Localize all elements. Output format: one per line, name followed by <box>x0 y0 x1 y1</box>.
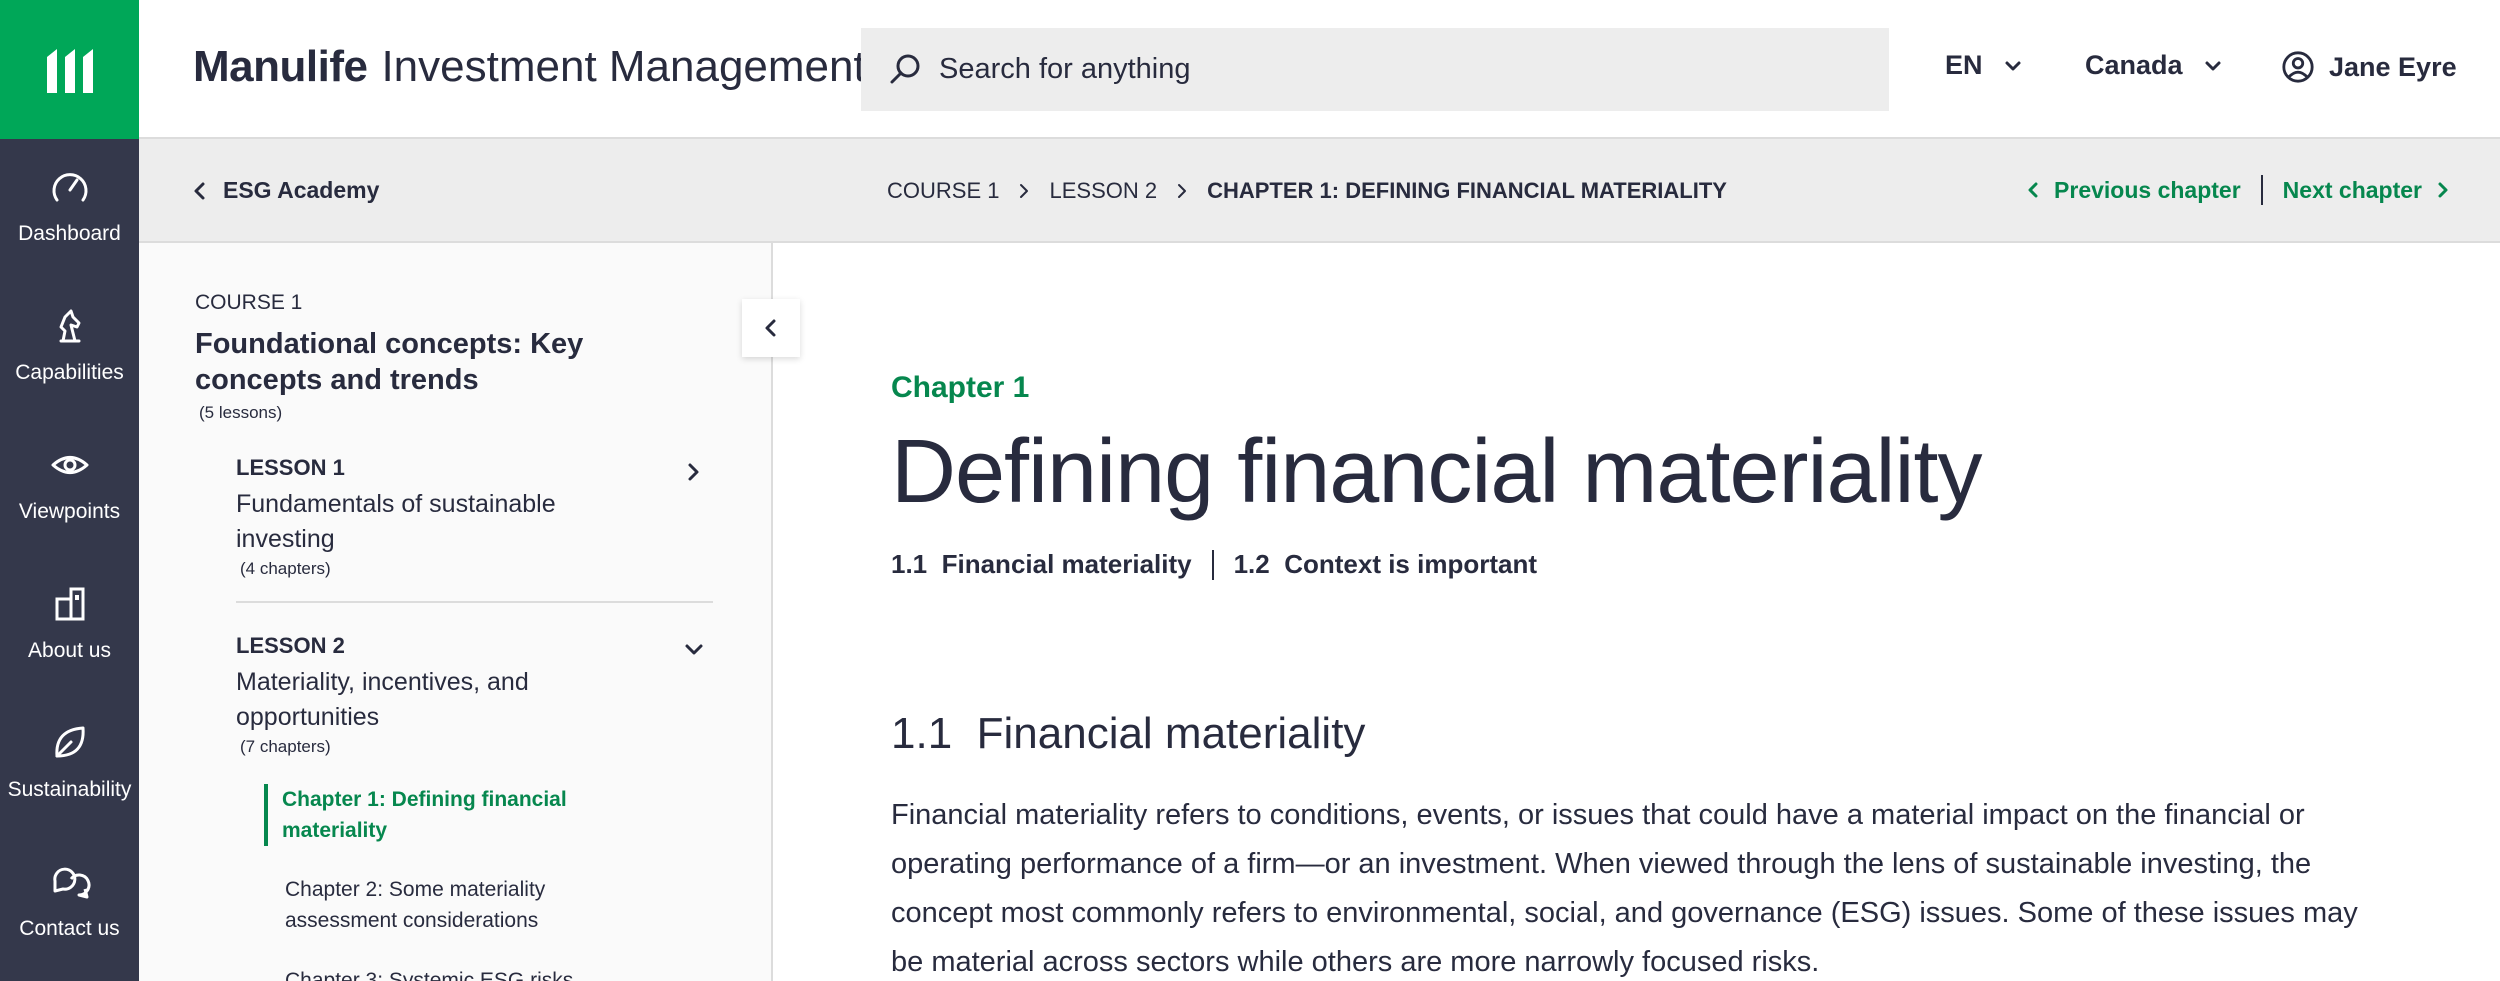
leaf-icon <box>54 726 85 758</box>
lesson-1-count: (4 chapters) <box>240 559 331 578</box>
anchor-1-1[interactable]: 1.1 Financial materiality <box>891 549 1192 580</box>
lesson-1-title: Fundamentals of sustainable investing <box>236 490 556 553</box>
manulife-logo[interactable] <box>0 0 139 139</box>
lesson-2-title: Materiality, incentives, and opportuniti… <box>236 668 529 731</box>
collapse-sidebar-button[interactable] <box>742 299 800 357</box>
chevron-right-icon <box>1178 184 1187 198</box>
lesson-1-item[interactable]: LESSON 1 Fundamentals of sustainable inv… <box>236 455 713 579</box>
user-name: Jane Eyre <box>2329 51 2457 82</box>
nav-capabilities[interactable]: Capabilities <box>0 305 139 385</box>
manulife-logo-icon <box>46 48 93 93</box>
search-bar[interactable] <box>861 28 1889 111</box>
chapter-navigation-bar: ESG Academy COURSE 1 LESSON 2 CHAPTER 1:… <box>139 139 2500 243</box>
chapter-content: Chapter 1 Defining financial materiality… <box>891 243 2451 981</box>
brand-light: Investment Management <box>381 42 866 91</box>
course-title: Foundational concepts: Key concepts and … <box>195 328 584 396</box>
building-icon <box>55 587 84 621</box>
chevron-right-icon <box>1020 184 1029 198</box>
chevron-down-icon <box>2205 61 2221 70</box>
eye-icon <box>51 456 88 474</box>
nav-dashboard[interactable]: Dashboard <box>0 166 139 246</box>
chevron-down-icon <box>2005 61 2021 70</box>
anchor-1-2-num: 1.2 <box>1233 549 1270 579</box>
nav-contact-us[interactable]: Contact us <box>0 861 139 941</box>
anchor-1-2-label: Context is important <box>1284 549 1537 579</box>
search-icon <box>890 54 920 83</box>
section-heading: 1.1 Financial materiality <box>891 709 1365 759</box>
chevron-down-icon <box>685 644 703 655</box>
nav-viewpoints[interactable]: Viewpoints <box>0 444 139 524</box>
section-anchors: 1.1 Financial materiality 1.2 Context is… <box>891 549 1537 580</box>
nav-contact-us-label: Contact us <box>19 917 120 940</box>
lesson-divider <box>236 601 713 603</box>
nav-capabilities-label: Capabilities <box>15 361 124 384</box>
anchor-1-2[interactable]: 1.2 Context is important <box>1234 549 1537 580</box>
section-paragraph: Financial materiality refers to conditio… <box>891 799 2358 978</box>
chevron-left-icon <box>765 319 776 337</box>
gauge-icon <box>52 173 87 202</box>
nav-sustainability-label: Sustainability <box>7 778 132 801</box>
section-number: 1.1 <box>891 709 953 758</box>
nav-viewpoints-label: Viewpoints <box>18 500 121 523</box>
pager-divider <box>2260 175 2263 205</box>
breadcrumb-lesson[interactable]: LESSON 2 <box>1049 178 1157 204</box>
nav-dashboard-label: Dashboard <box>18 222 121 245</box>
course-kicker: COURSE 1 <box>195 291 303 314</box>
chat-bubbles-icon <box>52 867 90 899</box>
lesson-2-count: (7 chapters) <box>240 737 331 756</box>
chapter-2-link[interactable]: Chapter 2: Some materiality assessment c… <box>267 874 647 936</box>
back-label: ESG Academy <box>223 177 380 203</box>
anchor-1-1-label: Financial materiality <box>941 549 1192 579</box>
region-selector[interactable]: Canada <box>2085 50 2223 81</box>
lesson-2-kicker: LESSON 2 <box>236 633 345 658</box>
nav-about-us[interactable]: About us <box>0 583 139 663</box>
brand-bold: Manulife <box>193 42 368 91</box>
language-selector[interactable]: EN <box>1945 50 2023 81</box>
anchor-divider <box>1211 549 1214 580</box>
nav-rail: Dashboard Capabilities Viewpoints About … <box>0 0 139 981</box>
nav-sustainability[interactable]: Sustainability <box>0 722 139 802</box>
lesson-1-kicker: LESSON 1 <box>236 455 345 480</box>
search-input[interactable] <box>939 53 1839 86</box>
course-outline-panel: COURSE 1 Foundational concepts: Key conc… <box>139 243 773 981</box>
next-chapter-link[interactable]: Next chapter <box>2283 177 2450 204</box>
chapter-title: Defining financial materiality <box>891 422 1983 522</box>
chevron-left-icon <box>2028 182 2038 198</box>
breadcrumb-current-chapter: CHAPTER 1: DEFINING FINANCIAL MATERIALIT… <box>1207 178 1727 203</box>
region-label: Canada <box>2085 50 2183 80</box>
chevron-right-icon <box>2438 182 2448 198</box>
chess-knight-icon <box>59 309 80 343</box>
chapter-kicker: Chapter 1 <box>891 371 1030 404</box>
top-header: ManulifeInvestment Management EN Canada … <box>139 0 2500 139</box>
chapter-3-link[interactable]: Chapter 3: Systemic ESG risks <box>267 965 647 981</box>
course-lesson-count: (5 lessons) <box>199 403 283 422</box>
user-menu[interactable]: Jane Eyre <box>2281 50 2457 84</box>
previous-chapter-link[interactable]: Previous chapter <box>2026 177 2241 204</box>
user-icon <box>2282 51 2314 83</box>
previous-chapter-label: Previous chapter <box>2054 176 2241 203</box>
lesson-2-item[interactable]: LESSON 2 Materiality, incentives, and op… <box>236 633 713 757</box>
breadcrumb: COURSE 1 LESSON 2 CHAPTER 1: DEFINING FI… <box>887 178 1727 204</box>
chapter-1-link[interactable]: Chapter 1: Defining financial materialit… <box>264 784 644 846</box>
back-to-esg-academy[interactable]: ESG Academy <box>191 177 379 204</box>
brand-wordmark[interactable]: Manulife Investment Management <box>193 42 866 92</box>
nav-about-us-label: About us <box>28 639 111 662</box>
anchor-1-1-num: 1.1 <box>891 549 928 579</box>
next-chapter-label: Next chapter <box>2282 176 2422 203</box>
chevron-left-icon <box>194 182 205 199</box>
chapter-pager: Previous chapter Next chapter <box>2026 175 2450 205</box>
section-title: Financial materiality <box>976 709 1366 758</box>
language-label: EN <box>1945 50 1983 80</box>
chevron-right-icon <box>688 463 699 481</box>
breadcrumb-course[interactable]: COURSE 1 <box>887 178 999 204</box>
